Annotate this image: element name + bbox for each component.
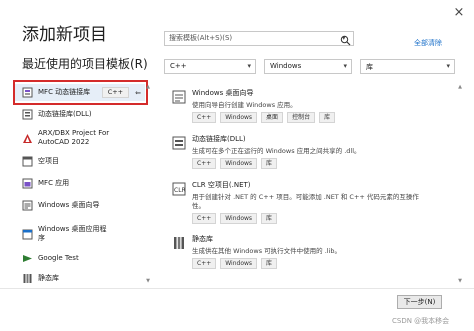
- watermark: CSDN @我本移会: [392, 317, 450, 325]
- close-button[interactable]: ×: [452, 6, 466, 20]
- template-description: 生成供在其他 Windows 可执行文件中使用的 .lib。: [192, 247, 342, 255]
- dll-icon: [21, 109, 33, 121]
- tag: C++: [192, 112, 217, 123]
- desktop-wizard-icon: [21, 200, 33, 212]
- tag: 库: [261, 158, 278, 169]
- template-description: 使用向导自行创建 Windows 应用。: [192, 101, 297, 109]
- template-static-lib[interactable]: 静态库 生成供在其他 Windows 可执行文件中使用的 .lib。 C++ W…: [168, 234, 453, 272]
- project-type-filter[interactable]: 库 ▾: [360, 59, 455, 74]
- tag: Windows: [220, 112, 258, 123]
- dll-icon: [172, 136, 186, 150]
- recent-list-scrollbar[interactable]: ▲ ▼: [145, 84, 151, 284]
- search-input[interactable]: 搜索模板(Alt+S)(S): [164, 31, 354, 46]
- recent-item-google-test[interactable]: Google Test: [15, 250, 145, 267]
- chevron-down-icon: ▾: [343, 62, 347, 70]
- recent-item-label: 动态链接库(DLL): [38, 110, 92, 118]
- recent-item-label: Google Test: [38, 254, 79, 262]
- clr-icon: CLR: [172, 182, 186, 196]
- template-dll[interactable]: 动态链接库(DLL) 生成可在多个正在运行的 Windows 应用之间共享的 .…: [168, 134, 453, 172]
- project-type-filter-value: 库: [366, 63, 373, 71]
- tag: 库: [261, 258, 278, 269]
- recent-item-arx-dbx[interactable]: ARX/DBX Project For AutoCAD 2022: [15, 126, 145, 150]
- tag: C++: [192, 258, 217, 269]
- tag: Windows: [220, 258, 258, 269]
- recent-item-label: Windows 桌面应用程序: [38, 225, 107, 242]
- clear-all-link[interactable]: 全部清除: [414, 38, 442, 48]
- language-filter-value: C++: [170, 62, 187, 70]
- tag: 桌面: [261, 112, 284, 123]
- tag: C++: [192, 158, 217, 169]
- scroll-down-icon[interactable]: ▼: [145, 278, 151, 284]
- template-tags: C++ Windows 库: [192, 213, 278, 224]
- template-tags: C++ Windows 库: [192, 258, 278, 269]
- recent-item-static-lib[interactable]: 静态库: [15, 270, 145, 287]
- recent-item-empty-project[interactable]: 空项目: [15, 153, 145, 170]
- svg-text:CLR: CLR: [174, 187, 186, 194]
- recent-item-label: MFC 应用: [38, 179, 70, 187]
- google-test-icon: [21, 253, 33, 265]
- search-placeholder: 搜索模板(Alt+S)(S): [169, 34, 233, 42]
- template-name: Windows 桌面向导: [192, 89, 254, 97]
- tag: Windows: [220, 158, 258, 169]
- recent-item-desktop-wizard[interactable]: Windows 桌面向导: [15, 197, 145, 214]
- recent-item-label: MFC 动态链接库: [38, 88, 91, 96]
- page-title: 添加新项目: [22, 25, 107, 45]
- static-lib-icon: [21, 273, 33, 285]
- template-name: 静态库: [192, 235, 213, 243]
- recent-item-desktop-app[interactable]: Windows 桌面应用程序: [15, 222, 145, 246]
- next-button[interactable]: 下一步(N): [397, 295, 442, 309]
- tag: Windows: [220, 213, 258, 224]
- template-clr-empty[interactable]: CLR CLR 空项目(.NET) 用于创建针对 .NET 的 C++ 项目。可…: [168, 180, 453, 226]
- recent-templates-heading: 最近使用的项目模板(R): [22, 57, 148, 71]
- recent-item-mfc-dll[interactable]: MFC 动态链接库 C++ ⇐: [15, 84, 145, 101]
- desktop-app-icon: [21, 228, 33, 240]
- autocad-icon: [21, 132, 33, 144]
- template-tags: C++ Windows 库: [192, 158, 278, 169]
- language-tag: C++: [101, 87, 130, 98]
- tag: 控制台: [287, 112, 316, 123]
- platform-filter-value: Windows: [270, 62, 302, 70]
- scroll-down-icon[interactable]: ▼: [457, 278, 463, 284]
- language-filter[interactable]: C++ ▾: [164, 59, 256, 74]
- recent-item-mfc-app[interactable]: MFC 应用: [15, 175, 145, 192]
- empty-project-icon: [21, 156, 33, 168]
- recent-item-label: 空项目: [38, 157, 59, 165]
- scroll-up-icon[interactable]: ▲: [145, 84, 151, 90]
- tag: 库: [319, 112, 336, 123]
- mfc-app-icon: [21, 178, 33, 190]
- recent-item-label: ARX/DBX Project For AutoCAD 2022: [38, 129, 110, 146]
- chevron-down-icon: ▾: [247, 62, 251, 70]
- platform-filter[interactable]: Windows ▾: [264, 59, 352, 74]
- template-description-cont: 性。: [192, 202, 205, 210]
- template-name: 动态链接库(DLL): [192, 135, 246, 143]
- template-desktop-wizard[interactable]: Windows 桌面向导 使用向导自行创建 Windows 应用。 C++ Wi…: [168, 88, 453, 126]
- chevron-down-icon: ▾: [446, 62, 450, 70]
- recent-item-label: 静态库: [38, 274, 59, 282]
- pin-icon[interactable]: ⇐: [135, 89, 141, 97]
- template-list-scrollbar[interactable]: ▲ ▼: [457, 84, 463, 284]
- scroll-up-icon[interactable]: ▲: [457, 84, 463, 90]
- footer-divider: [0, 288, 474, 289]
- recent-item-dll[interactable]: 动态链接库(DLL): [15, 106, 145, 123]
- search-dropdown-chevron-icon[interactable]: ▾: [342, 34, 346, 42]
- template-name: CLR 空项目(.NET): [192, 181, 251, 189]
- template-tags: C++ Windows 桌面 控制台 库: [192, 112, 336, 123]
- tag: C++: [192, 213, 217, 224]
- recent-item-label: Windows 桌面向导: [38, 201, 100, 209]
- mfc-dll-icon: [21, 87, 33, 99]
- static-lib-icon: [172, 236, 186, 250]
- tag: 库: [261, 213, 278, 224]
- desktop-wizard-icon: [172, 90, 186, 104]
- template-description: 生成可在多个正在运行的 Windows 应用之间共享的 .dll。: [192, 147, 361, 155]
- template-description: 用于创建针对 .NET 的 C++ 项目。可能添加 .NET 和 C++ 代码元…: [192, 193, 419, 201]
